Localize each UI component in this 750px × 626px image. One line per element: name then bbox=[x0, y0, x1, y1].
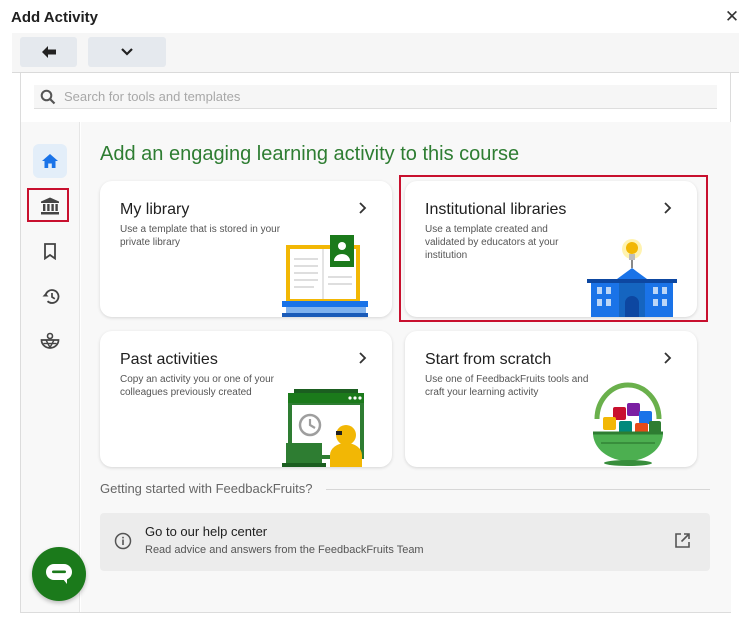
getting-started-label: Getting started with FeedbackFruits? bbox=[100, 481, 313, 496]
chevron-right-icon bbox=[664, 202, 672, 214]
sidebar bbox=[21, 122, 80, 612]
card-title: Institutional libraries bbox=[425, 201, 567, 218]
basket-icon bbox=[40, 332, 60, 349]
card-description: Copy an activity you or one of your coll… bbox=[120, 374, 274, 398]
arrow-left-icon bbox=[41, 46, 56, 58]
title-bar: Add Activity ✕ bbox=[0, 0, 750, 34]
back-button[interactable] bbox=[20, 37, 77, 67]
chevron-down-icon bbox=[121, 48, 133, 56]
home-icon bbox=[42, 154, 58, 168]
chat-button[interactable] bbox=[32, 547, 86, 601]
card-start-from-scratch[interactable]: Start from scratch Use one of FeedbackFr… bbox=[405, 331, 697, 467]
close-icon[interactable]: ✕ bbox=[722, 6, 742, 28]
card-my-library[interactable]: My library Use a template that is stored… bbox=[100, 181, 392, 317]
info-icon bbox=[114, 532, 132, 550]
search-icon bbox=[40, 89, 56, 104]
chevron-right-icon bbox=[664, 352, 672, 364]
institution-icon bbox=[41, 197, 59, 215]
toolbar bbox=[12, 33, 739, 73]
sidebar-item-home[interactable] bbox=[33, 144, 67, 178]
chat-icon bbox=[46, 564, 72, 584]
sidebar-item-saved[interactable] bbox=[33, 234, 67, 268]
card-institutional-libraries[interactable]: Institutional libraries Use a template c… bbox=[405, 181, 697, 317]
window-title: Add Activity bbox=[11, 9, 98, 26]
dropdown-button[interactable] bbox=[88, 37, 166, 67]
search-input[interactable] bbox=[64, 89, 664, 104]
card-description: Use a template created and validated by … bbox=[425, 224, 559, 261]
help-center-link[interactable]: Go to our help center Read advice and an… bbox=[100, 513, 710, 571]
external-link-icon bbox=[675, 533, 690, 548]
fruit-basket-illustration-icon bbox=[593, 382, 663, 466]
card-title: Start from scratch bbox=[425, 351, 552, 368]
search-bar bbox=[34, 85, 717, 109]
sidebar-item-tools[interactable] bbox=[33, 324, 67, 358]
card-past-activities[interactable]: Past activities Copy an activity you or … bbox=[100, 331, 392, 467]
history-illustration-icon bbox=[282, 389, 364, 467]
divider bbox=[326, 489, 710, 490]
history-icon bbox=[42, 288, 59, 304]
sidebar-item-institutional[interactable] bbox=[33, 189, 67, 223]
book-illustration-icon bbox=[282, 235, 368, 317]
help-center-subtitle: Read advice and answers from the Feedbac… bbox=[145, 544, 424, 556]
card-title: My library bbox=[120, 201, 190, 218]
institution-illustration-icon bbox=[587, 239, 677, 317]
card-description: Use one of FeedbackFruits tools and craf… bbox=[425, 374, 589, 398]
card-title: Past activities bbox=[120, 351, 218, 368]
bookmark-icon bbox=[44, 242, 56, 260]
help-center-title: Go to our help center bbox=[145, 524, 268, 539]
chevron-right-icon bbox=[359, 202, 367, 214]
sidebar-item-history[interactable] bbox=[33, 279, 67, 313]
page-title: Add an engaging learning activity to thi… bbox=[100, 143, 520, 165]
card-description: Use a template that is stored in your pr… bbox=[120, 224, 281, 248]
chevron-right-icon bbox=[359, 352, 367, 364]
